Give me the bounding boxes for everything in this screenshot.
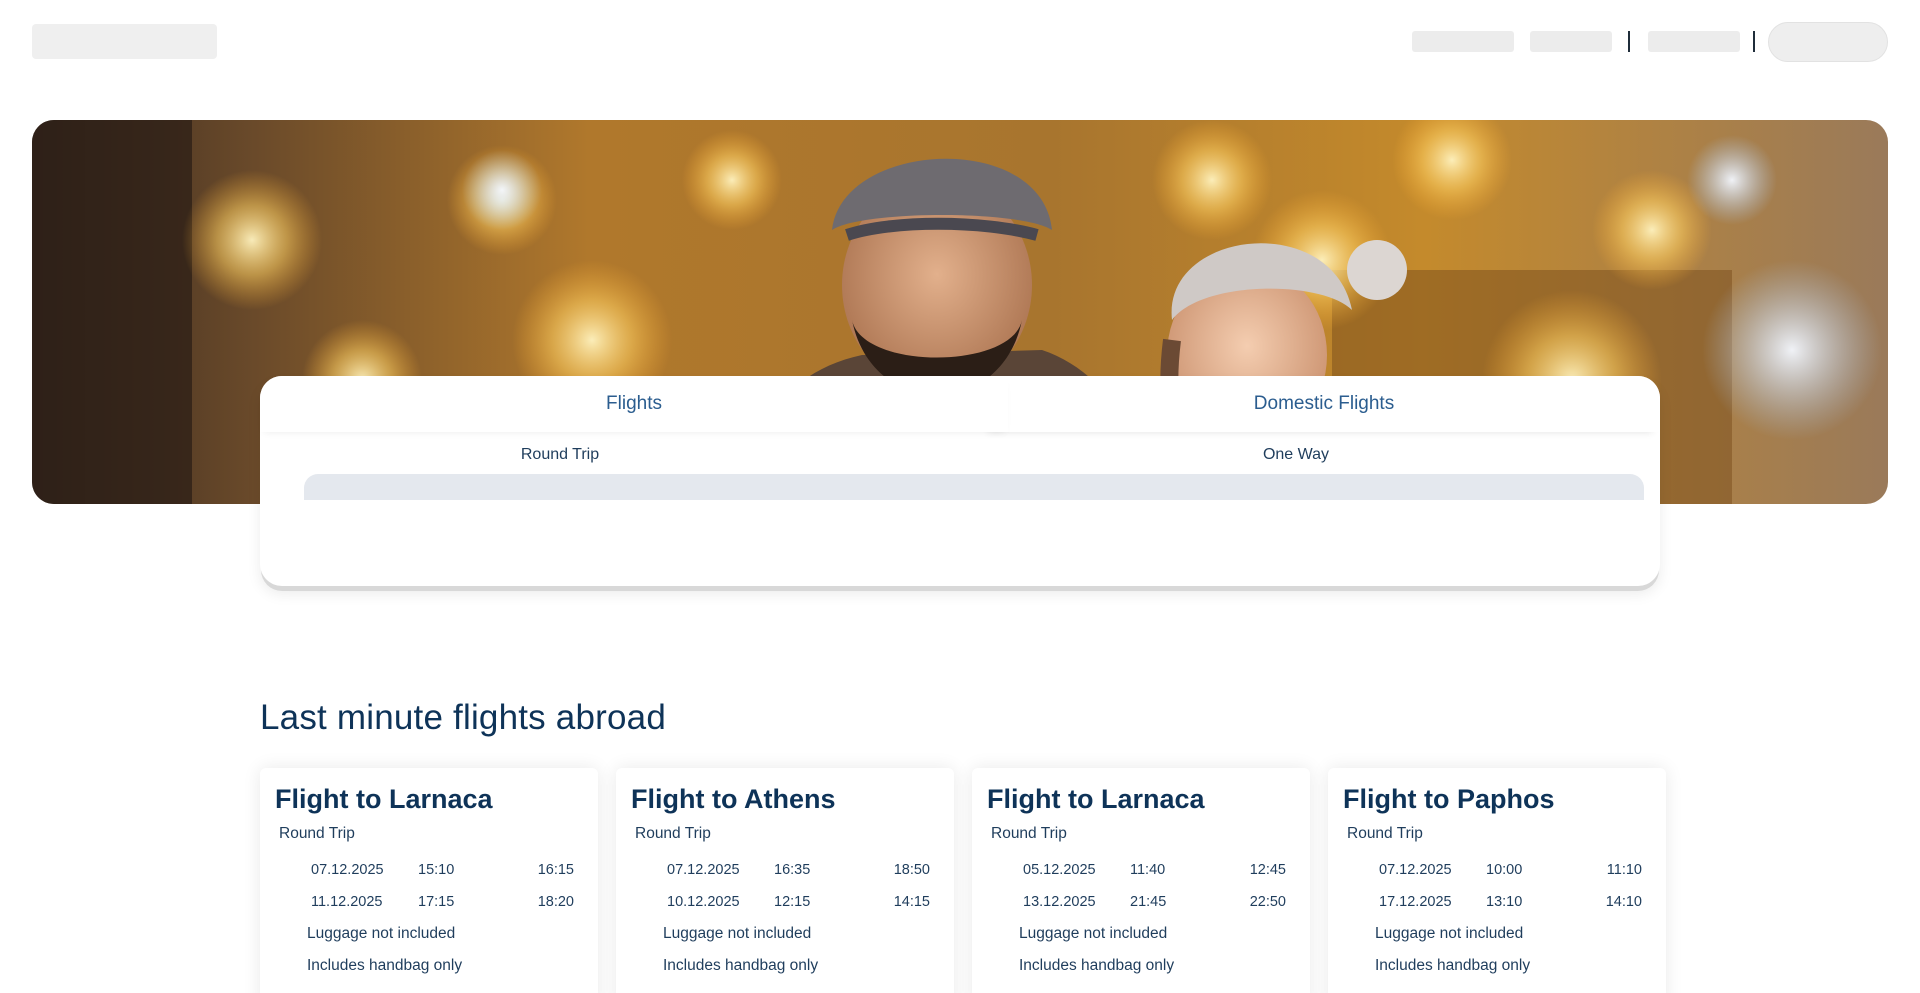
deal-card-title: Flight to Larnaca: [987, 784, 1205, 814]
luggage-note: Luggage not included: [1375, 925, 1524, 942]
leg-arrival-time: 16:15: [537, 862, 574, 878]
nav-link-placeholder-3[interactable]: [1648, 31, 1740, 52]
leg-date: 17.12.2025: [1379, 894, 1452, 910]
deal-card[interactable]: Flight to Paphos Round Trip 07.12.2025 1…: [1328, 768, 1666, 993]
leg-arrival-time: 14:10: [1605, 894, 1642, 910]
leg-date: 10.12.2025: [667, 894, 740, 910]
leg-arrival-time: 18:20: [537, 894, 574, 910]
leg-departure-time: 11:40: [1130, 862, 1166, 878]
return-leg: 13.12.2025 21:45 22:50: [972, 894, 1310, 914]
leg-departure-time: 16:35: [774, 862, 811, 878]
leg-departure-time: 13:10: [1486, 894, 1523, 910]
leg-departure-time: 10:00: [1486, 862, 1523, 878]
leg-date: 07.12.2025: [667, 862, 740, 878]
deal-card-title: Flight to Athens: [631, 784, 836, 814]
leg-arrival-time: 12:45: [1249, 862, 1286, 878]
leg-arrival-time: 14:15: [893, 894, 930, 910]
leg-date: 07.12.2025: [311, 862, 384, 878]
trip-type-toggle-track[interactable]: [304, 474, 1644, 500]
outbound-leg: 07.12.2025 16:35 18:50: [616, 862, 954, 882]
return-leg: 11.12.2025 17:15 18:20: [260, 894, 598, 914]
deal-card-title: Flight to Paphos: [1343, 784, 1555, 814]
leg-departure-time: 21:45: [1130, 894, 1167, 910]
luggage-note: Luggage not included: [663, 925, 812, 942]
deal-card[interactable]: Flight to Larnaca Round Trip 05.12.2025 …: [972, 768, 1310, 993]
deal-card[interactable]: Flight to Athens Round Trip 07.12.2025 1…: [616, 768, 954, 993]
leg-departure-time: 12:15: [774, 894, 811, 910]
outbound-leg: 05.12.2025 11:40 12:45: [972, 862, 1310, 882]
section-title: Last minute flights abroad: [260, 698, 666, 737]
search-tab-bar: Domestic Flights Flights: [260, 376, 1660, 432]
leg-departure-time: 17:15: [418, 894, 455, 910]
handbag-note: Includes handbag only: [1375, 957, 1531, 974]
leg-arrival-time: 11:10: [1606, 862, 1642, 878]
leg-date: 07.12.2025: [1379, 862, 1452, 878]
deal-card-list: Flight to Larnaca Round Trip 07.12.2025 …: [260, 768, 1666, 993]
leg-date: 11.12.2025: [311, 894, 383, 910]
leg-departure-time: 15:10: [418, 862, 455, 878]
deal-card-trip-type: Round Trip: [991, 825, 1067, 842]
outbound-leg: 07.12.2025 10:00 11:10: [1328, 862, 1666, 882]
luggage-note: Luggage not included: [1019, 925, 1168, 942]
nav-separator: [1753, 31, 1755, 52]
tab-label: Domestic Flights: [1253, 393, 1395, 414]
return-leg: 10.12.2025 12:15 14:15: [616, 894, 954, 914]
deal-card-trip-type: Round Trip: [279, 825, 355, 842]
return-leg: 17.12.2025 13:10 14:10: [1328, 894, 1666, 914]
deal-card-title: Flight to Larnaca: [275, 784, 493, 814]
deal-card[interactable]: Flight to Larnaca Round Trip 07.12.2025 …: [260, 768, 598, 993]
tab-flights[interactable]: Flights: [260, 376, 1008, 432]
tab-label: Flights: [606, 393, 662, 414]
tab-domestic-flights[interactable]: Domestic Flights: [988, 376, 1660, 432]
handbag-note: Includes handbag only: [307, 957, 463, 974]
outbound-leg: 07.12.2025 15:10 16:15: [260, 862, 598, 882]
nav-link-placeholder-2[interactable]: [1530, 31, 1612, 52]
leg-arrival-time: 22:50: [1249, 894, 1286, 910]
handbag-note: Includes handbag only: [663, 957, 819, 974]
luggage-note: Luggage not included: [307, 925, 456, 942]
deal-card-trip-type: Round Trip: [1347, 825, 1423, 842]
nav-link-placeholder-1[interactable]: [1412, 31, 1514, 52]
leg-date: 13.12.2025: [1023, 894, 1096, 910]
leg-date: 05.12.2025: [1023, 862, 1096, 878]
handbag-note: Includes handbag only: [1019, 957, 1175, 974]
site-logo-placeholder[interactable]: [32, 24, 217, 59]
nav-separator: [1628, 31, 1630, 52]
trip-type-round-trip[interactable]: Round Trip: [521, 446, 599, 464]
flight-search-panel: Domestic Flights Flights Round Trip One …: [260, 376, 1660, 586]
login-button-placeholder[interactable]: [1768, 22, 1888, 62]
deal-card-trip-type: Round Trip: [635, 825, 711, 842]
leg-arrival-time: 18:50: [893, 862, 930, 878]
trip-type-one-way[interactable]: One Way: [1263, 446, 1329, 464]
